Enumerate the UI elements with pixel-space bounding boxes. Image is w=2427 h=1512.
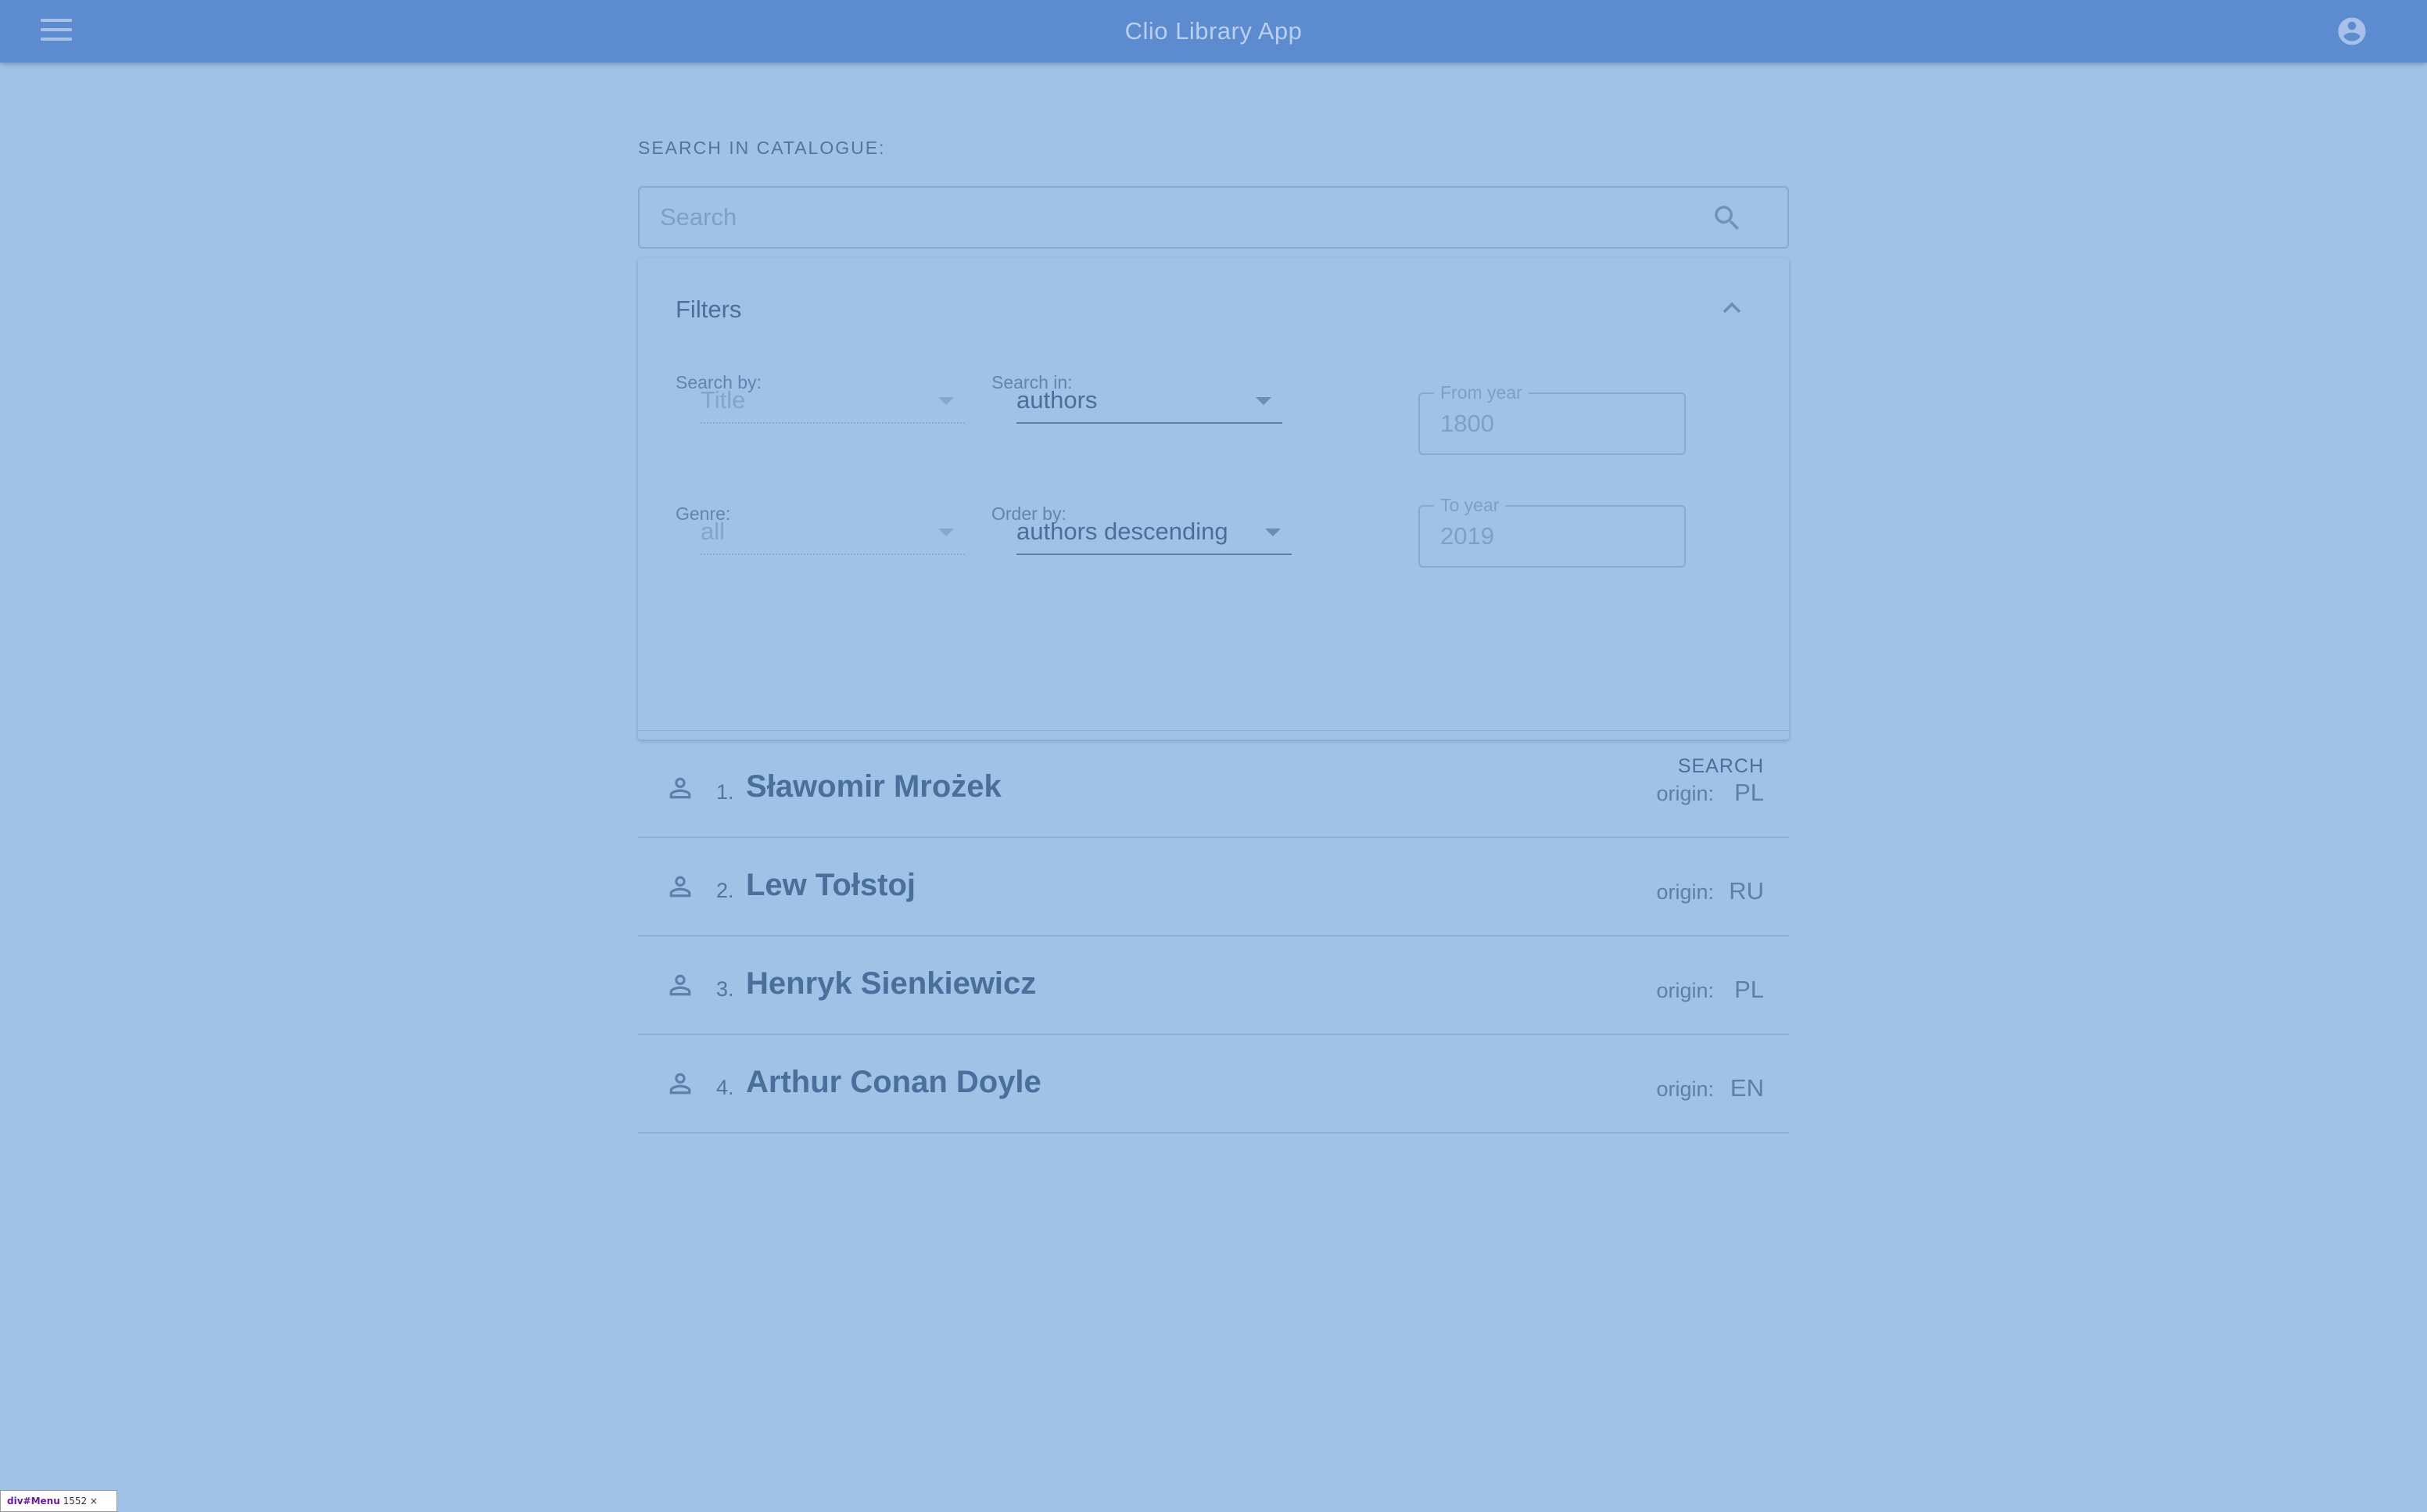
- item-number: 2.: [716, 879, 734, 902]
- author-name: Henryk Sienkiewicz: [746, 966, 1037, 1001]
- genre-value: all: [701, 518, 726, 545]
- person-icon: [669, 1073, 691, 1095]
- item-number: 4.: [716, 1076, 734, 1099]
- results-list: 1. Sławomir Mrożek origin: PL 2. Lew Toł…: [638, 740, 1789, 1134]
- debug-element-name: div#Menu: [7, 1496, 60, 1507]
- filters-panel: Filters Search by: Title Search in: auth…: [638, 258, 1789, 777]
- dropdown-arrow-icon: [938, 528, 954, 536]
- to-year-field: To year: [1418, 495, 1686, 568]
- order-by-select[interactable]: authors descending: [1016, 510, 1292, 555]
- search-icon[interactable]: [1711, 202, 1744, 235]
- to-year-label: To year: [1434, 495, 1506, 516]
- origin-label: origin:: [1656, 979, 1714, 1002]
- list-item[interactable]: 4. Arthur Conan Doyle origin: EN: [638, 1035, 1789, 1134]
- from-year-label: From year: [1434, 382, 1529, 403]
- origin-value: EN: [1730, 1074, 1764, 1102]
- search-in-value: authors: [1016, 386, 1098, 414]
- item-number: 1.: [716, 780, 734, 804]
- item-number: 3.: [716, 977, 734, 1001]
- order-by-value: authors descending: [1016, 518, 1228, 545]
- person-icon: [669, 777, 691, 799]
- origin-label: origin:: [1656, 1077, 1714, 1101]
- app-title: Clio Library App: [1124, 17, 1303, 45]
- search-box: [638, 186, 1789, 249]
- search-in-select[interactable]: authors: [1016, 378, 1282, 424]
- origin-label: origin:: [1656, 880, 1714, 904]
- chevron-up-icon[interactable]: [1720, 299, 1744, 316]
- debug-element-badge: div#Menu 1552 × 967: [0, 1490, 117, 1512]
- from-year-field: From year: [1418, 382, 1686, 455]
- list-item[interactable]: 1. Sławomir Mrożek origin: PL: [638, 740, 1789, 838]
- from-year-input[interactable]: [1440, 408, 1659, 439]
- dropdown-arrow-icon: [1265, 528, 1281, 536]
- author-name: Arthur Conan Doyle: [746, 1065, 1041, 1099]
- person-icon: [669, 974, 691, 996]
- author-name: Lew Tołstoj: [746, 868, 916, 902]
- origin-value: RU: [1729, 877, 1764, 905]
- author-name: Sławomir Mrożek: [746, 769, 1002, 804]
- origin-label: origin:: [1656, 782, 1714, 805]
- origin-value: PL: [1734, 976, 1764, 1003]
- search-heading: SEARCH IN CATALOGUE:: [638, 138, 886, 158]
- app-toolbar: Clio Library App: [0, 0, 2427, 63]
- search-by-select[interactable]: Title: [701, 378, 965, 424]
- to-year-input[interactable]: [1440, 521, 1659, 552]
- dropdown-arrow-icon: [1256, 397, 1271, 405]
- list-item[interactable]: 2. Lew Tołstoj origin: RU: [638, 838, 1789, 937]
- origin-value: PL: [1734, 779, 1764, 806]
- list-item[interactable]: 3. Henryk Sienkiewicz origin: PL: [638, 937, 1789, 1035]
- person-icon: [669, 876, 691, 898]
- filters-title: Filters: [676, 296, 742, 323]
- genre-select[interactable]: all: [701, 510, 965, 555]
- dropdown-arrow-icon: [938, 397, 954, 405]
- search-input[interactable]: [660, 188, 1676, 247]
- search-by-value: Title: [701, 386, 746, 414]
- filters-divider: [638, 730, 1789, 731]
- account-circle-icon[interactable]: [2336, 15, 2368, 48]
